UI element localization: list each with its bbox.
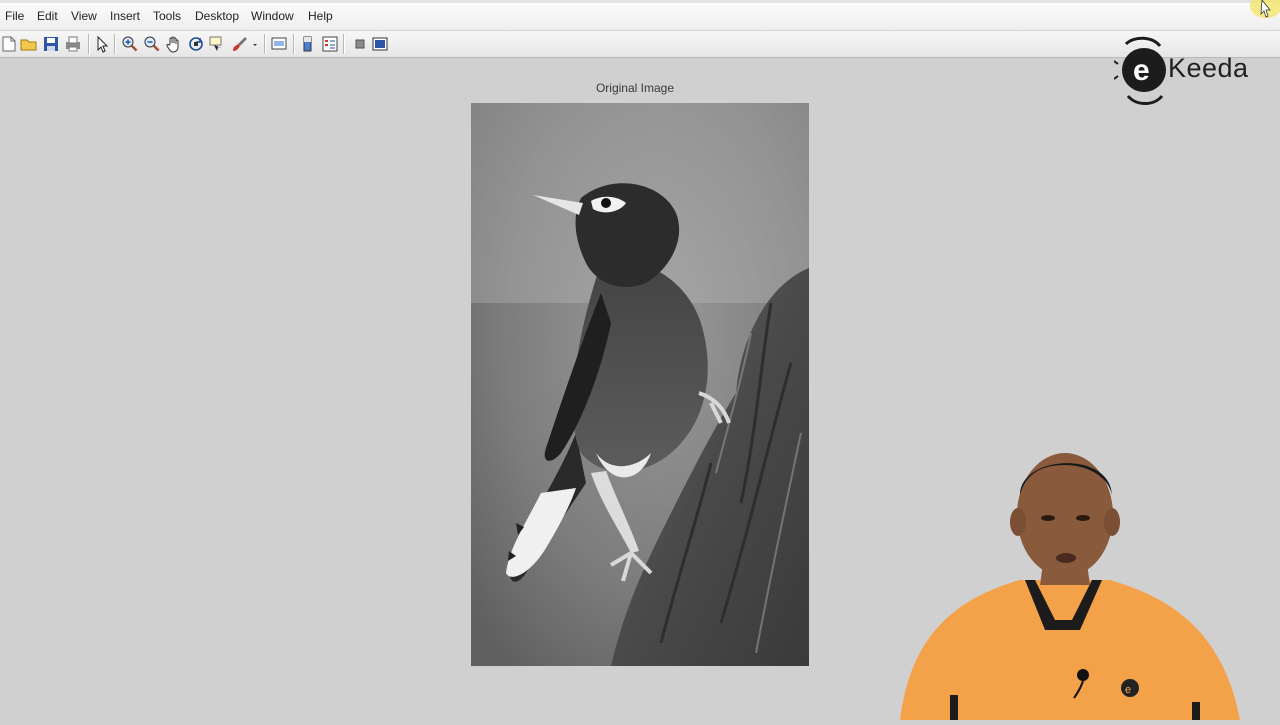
toolbar-separator bbox=[114, 34, 116, 54]
menu-bar: File Edit View Insert Tools Desktop Wind… bbox=[0, 0, 1280, 30]
menu-desktop[interactable]: Desktop bbox=[195, 9, 239, 23]
new-figure-icon[interactable] bbox=[0, 35, 18, 53]
toolbar-separator bbox=[88, 34, 90, 54]
menu-view[interactable]: View bbox=[71, 9, 97, 23]
insert-colorbar-icon[interactable] bbox=[299, 35, 317, 53]
zoom-out-icon[interactable] bbox=[143, 35, 161, 53]
save-icon[interactable] bbox=[42, 35, 60, 53]
data-cursor-icon[interactable] bbox=[208, 35, 226, 53]
grayscale-bird-image[interactable] bbox=[471, 103, 809, 666]
toolbar-separator bbox=[293, 34, 295, 54]
menu-edit[interactable]: Edit bbox=[37, 9, 58, 23]
svg-text:e: e bbox=[1133, 54, 1150, 87]
edit-plot-arrow-icon[interactable] bbox=[93, 35, 111, 53]
menu-window[interactable]: Window bbox=[251, 9, 294, 23]
menu-help[interactable]: Help bbox=[308, 9, 333, 23]
open-file-icon[interactable] bbox=[20, 35, 38, 53]
toolbar-separator bbox=[343, 34, 345, 54]
print-icon[interactable] bbox=[64, 35, 82, 53]
svg-text:e: e bbox=[1125, 684, 1131, 696]
rotate-3d-icon[interactable] bbox=[187, 35, 205, 53]
presenter-video-overlay: e bbox=[880, 440, 1250, 720]
brush-icon[interactable] bbox=[231, 35, 249, 53]
toolbar-separator bbox=[264, 34, 266, 54]
mouse-cursor-highlight-icon bbox=[1240, 0, 1280, 20]
hide-plot-tools-icon[interactable] bbox=[351, 35, 369, 53]
brush-dropdown-icon[interactable] bbox=[250, 35, 260, 53]
zoom-in-icon[interactable] bbox=[121, 35, 139, 53]
menu-tools[interactable]: Tools bbox=[153, 9, 181, 23]
link-plot-icon[interactable] bbox=[270, 35, 288, 53]
menu-file[interactable]: File bbox=[5, 9, 24, 23]
axes-title: Original Image bbox=[595, 81, 675, 95]
insert-legend-icon[interactable] bbox=[321, 35, 339, 53]
logo-text: Keeda bbox=[1168, 53, 1249, 83]
menu-insert[interactable]: Insert bbox=[110, 9, 140, 23]
figure-toolbar bbox=[0, 30, 1280, 58]
show-plot-tools-icon[interactable] bbox=[371, 35, 389, 53]
pan-hand-icon[interactable] bbox=[165, 35, 183, 53]
